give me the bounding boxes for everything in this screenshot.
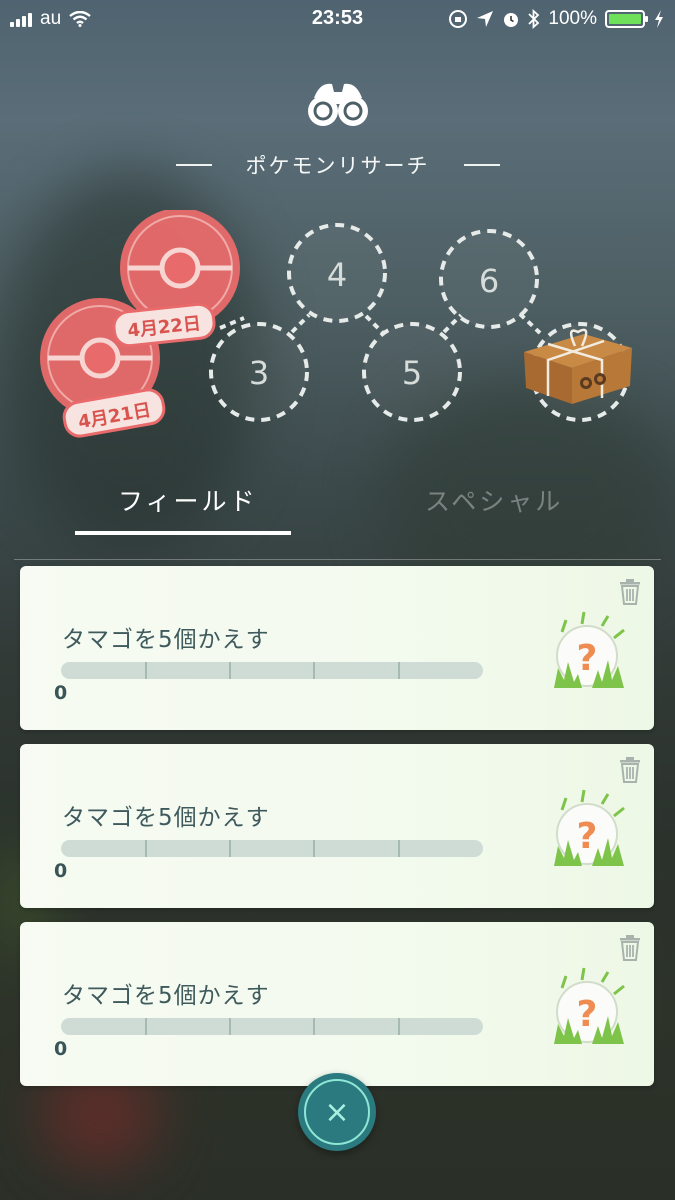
research-slot-3: 3 <box>209 322 309 422</box>
tab-special[interactable]: スペシャル <box>425 482 563 518</box>
battery-percent: 100% <box>548 8 597 29</box>
path-connector <box>219 316 245 330</box>
slot-number: 3 <box>249 354 269 392</box>
active-tab-indicator <box>75 531 291 535</box>
quest-card[interactable]: タマゴを5個かえす 0 ? <box>20 566 654 730</box>
quest-progress-count: 0 <box>54 682 68 704</box>
mystery-encounter-icon: ? <box>554 789 625 866</box>
research-slot-5: 5 <box>362 322 462 422</box>
mystery-encounter-icon: ? <box>554 611 625 688</box>
trash-icon[interactable] <box>618 934 642 962</box>
charging-icon <box>655 10 663 28</box>
trash-icon[interactable] <box>618 756 642 784</box>
close-button[interactable]: × <box>298 1073 376 1151</box>
status-bar: au 23:53 100% <box>0 0 675 40</box>
path-connector <box>442 313 463 334</box>
research-slot-4: 4 <box>287 223 387 323</box>
location-arrow-icon <box>477 11 494 27</box>
trash-icon[interactable] <box>618 578 642 606</box>
quest-progress-count: 0 <box>54 1038 68 1060</box>
quest-description: タマゴを5個かえす <box>62 983 270 1009</box>
path-connector <box>364 314 385 335</box>
svg-text:?: ? <box>577 638 598 679</box>
quest-progress-bar <box>61 840 483 857</box>
quest-description: タマゴを5個かえす <box>62 805 270 831</box>
quest-card[interactable]: タマゴを5個かえす 0 ? <box>20 922 654 1086</box>
title-divider <box>463 164 500 166</box>
page-title: ポケモンリサーチ <box>245 154 430 178</box>
research-progress: 3 4 5 6 4月21日 4月22日 <box>40 210 632 438</box>
orientation-lock-icon <box>449 10 468 28</box>
title-row: ポケモンリサーチ <box>0 150 675 180</box>
close-icon: × <box>304 1079 370 1145</box>
slot-number: 4 <box>327 256 347 294</box>
battery-icon <box>605 10 648 28</box>
path-connector <box>290 313 311 334</box>
mystery-encounter-icon: ? <box>554 967 625 1044</box>
quest-description: タマゴを5個かえす <box>62 627 270 653</box>
path-connector <box>518 312 542 335</box>
tab-field[interactable]: フィールド <box>118 482 258 518</box>
bluetooth-icon <box>528 9 540 29</box>
title-divider <box>175 164 212 166</box>
slot-number: 5 <box>402 354 422 392</box>
slot-number: 6 <box>479 262 499 300</box>
quest-progress-bar <box>61 1018 483 1035</box>
svg-text:?: ? <box>577 994 598 1035</box>
alarm-icon <box>504 13 519 27</box>
svg-text:?: ? <box>577 816 598 857</box>
quest-progress-bar <box>61 662 483 679</box>
quest-card[interactable]: タマゴを5個かえす 0 ? <box>20 744 654 908</box>
research-slot-6: 6 <box>439 229 539 329</box>
tab-divider <box>14 559 661 560</box>
quest-progress-count: 0 <box>54 860 68 882</box>
binoculars-icon <box>308 83 368 126</box>
